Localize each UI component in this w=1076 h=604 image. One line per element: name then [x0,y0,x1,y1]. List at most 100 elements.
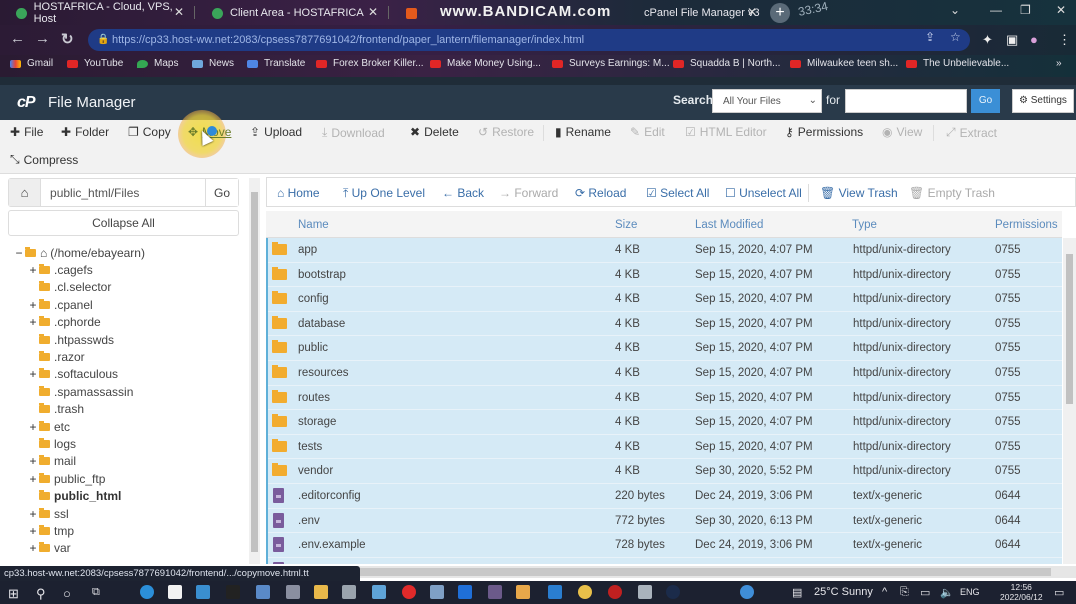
bookmark-youtube[interactable]: YouTube [67,58,123,69]
help-icon[interactable] [740,585,754,599]
maximize-icon[interactable]: ❐ [1020,3,1031,17]
expand-icon[interactable]: + [28,454,38,468]
tree-node[interactable]: .razor [14,348,249,365]
reload-button[interactable]: ⟳ Reload [575,186,626,200]
new-folder-button[interactable]: ✚ Folder [61,125,109,139]
file-row[interactable]: app 4 KB Sep 15, 2020, 4:07 PM httpd/unix-d… [268,238,1062,263]
empty-trash-button[interactable]: 🗑 Empty Trash [909,186,995,200]
app-icon[interactable] [516,585,530,599]
path-go-button[interactable]: Go [205,179,238,206]
edit-button[interactable]: ✎ Edit [630,125,665,139]
tab-search-icon[interactable]: ⌄ [950,3,960,17]
file-row[interactable] [268,557,1062,564]
column-type[interactable]: Type [852,219,877,231]
tree-node[interactable]: .trash [14,401,249,418]
bookmark-news[interactable]: News [192,58,234,69]
column-size[interactable]: Size [615,219,637,231]
rename-button[interactable]: ▮ Rename [555,125,611,139]
search-go-button[interactable]: Go [971,89,1000,113]
edge-icon[interactable] [140,585,154,599]
extract-button[interactable]: ⤢ Extract [946,125,997,140]
tree-node[interactable]: + public_ftp [14,470,249,487]
view-button[interactable]: ◉ View [882,125,922,139]
file-row[interactable]: storage 4 KB Sep 15, 2020, 4:07 PM httpd/un… [268,410,1062,435]
bookmark-squadda[interactable]: Squadda B | North... [673,58,780,69]
path-input[interactable] [41,179,206,206]
bookmark-gmail[interactable]: Gmail [10,58,53,69]
download-button[interactable]: ⤓ Download [322,125,385,140]
nav-forward-button[interactable]: → Forward [499,186,558,200]
nav-home-button[interactable]: ⌂ Home [277,186,320,200]
horizontal-scrollbar[interactable] [266,566,1076,578]
expand-icon[interactable]: + [28,298,38,312]
tree-node[interactable]: .cl.selector [14,279,249,296]
expand-icon[interactable]: + [28,541,38,555]
network-app-icon[interactable] [286,585,300,599]
network-icon[interactable]: ⎘ [900,586,909,599]
amazon-icon[interactable] [168,585,182,599]
new-tab-button[interactable]: + [770,3,790,23]
expand-icon[interactable]: + [28,507,38,521]
collapse-all-button[interactable]: Collapse All [8,210,239,236]
close-window-icon[interactable]: ✕ [1056,3,1066,17]
select-all-button[interactable]: ☑ Select All [646,186,709,200]
app-icon[interactable] [666,585,680,599]
profile-avatar[interactable]: ● [1030,32,1038,47]
display-icon[interactable]: ▭ [920,586,930,599]
app-icon[interactable] [458,585,472,599]
expand-icon[interactable]: + [28,472,38,486]
close-tab-icon[interactable]: ✕ [174,5,184,19]
copy-button[interactable]: ❐ Copy [128,125,171,139]
tree-node[interactable]: public_html [14,487,249,504]
cortana-icon[interactable]: ○ [63,586,71,601]
file-row[interactable]: bootstrap 4 KB Sep 15, 2020, 4:07 PM httpd/… [268,262,1062,288]
chrome-icon[interactable] [578,585,592,599]
language-indicator[interactable]: ENG [960,587,980,597]
expand-icon[interactable]: + [28,315,38,329]
bookmark-maps[interactable]: Maps [137,58,178,69]
forward-icon[interactable]: → [35,30,50,47]
file-row[interactable]: config 4 KB Sep 15, 2020, 4:07 PM httpd/uni… [268,287,1062,312]
bandicam-icon[interactable] [608,585,622,599]
address-bar[interactable]: 🔒 https://cp33.host-ww.net:2083/cpsess78… [88,29,970,51]
bookmark-unbelievable[interactable]: The Unbelievable... [906,58,1009,69]
app-icon[interactable] [402,585,416,599]
volume-icon[interactable]: 🔈 [940,586,954,599]
tree-node[interactable]: + tmp [14,522,249,539]
home-icon[interactable]: ⌂ [9,179,42,206]
scrollbar-thumb[interactable] [1066,254,1073,404]
bookmark-make-money[interactable]: Make Money Using... [430,58,541,69]
system-clock[interactable]: 12:56 2022/06/12 [1000,582,1043,602]
file-row[interactable]: .env.example 728 bytes Dec 24, 2019, 3:06 … [268,533,1062,558]
tree-node[interactable]: + .cpanel [14,296,249,313]
bookmark-forex[interactable]: Forex Broker Killer... [316,58,424,69]
file-explorer-icon[interactable] [314,585,328,599]
menu-kebab-icon[interactable]: ⋮ [1058,32,1071,48]
new-file-button[interactable]: ✚ File [10,125,43,139]
windows-start-icon[interactable]: ⊞ [8,586,19,602]
bookmark-star-icon[interactable]: ☆ [950,30,961,44]
tree-node[interactable]: + var [14,540,249,557]
tree-node[interactable]: + etc [14,418,249,435]
file-row[interactable]: public 4 KB Sep 15, 2020, 4:07 PM httpd/uni… [268,336,1062,361]
browser-tab-client-area[interactable]: Client Area - HOSTAFRICA ✕ [196,2,386,24]
column-permissions[interactable]: Permissions [995,219,1058,231]
column-name[interactable]: Name [298,219,329,231]
collapse-icon[interactable]: − [14,246,24,260]
mail-app-icon[interactable] [196,585,210,599]
back-icon[interactable]: ← [10,30,25,47]
notifications-icon[interactable]: ▭ [1054,586,1064,599]
close-tab-icon[interactable]: ✕ [747,5,757,19]
tree-node[interactable]: logs [14,435,249,452]
tree-node[interactable]: .spamassassin [14,383,249,400]
upload-button[interactable]: ⇪ Upload [250,125,302,139]
up-one-level-button[interactable]: ⤒ Up One Level [343,186,425,201]
scrollbar-thumb[interactable] [251,192,258,552]
bookmark-surveys[interactable]: Surveys Earnings: M... [552,58,670,69]
expand-icon[interactable]: + [28,524,38,538]
sidebar-icon[interactable]: ▣ [1006,32,1018,48]
file-row[interactable]: resources 4 KB Sep 15, 2020, 4:07 PM httpd/… [268,360,1062,386]
browser-tab-hostafrica[interactable]: HOSTAFRICA - Cloud, VPS, Host ✕ [0,1,192,25]
permissions-button[interactable]: ⚷ Permissions [785,125,863,139]
search-scope-select[interactable]: All Your Files ⌄ [712,89,822,113]
